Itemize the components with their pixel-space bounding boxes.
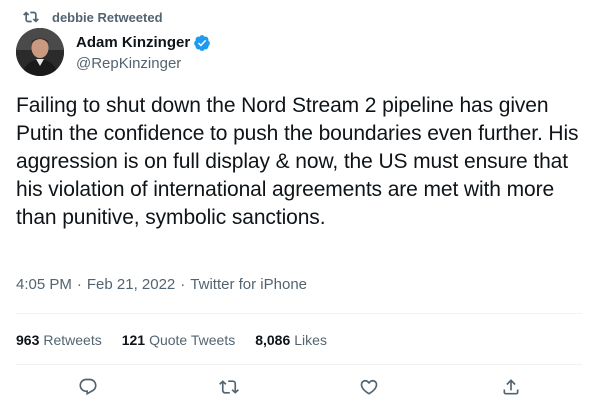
- tweet-meta: 4:05 PM · Feb 21, 2022 · Twitter for iPh…: [16, 276, 307, 293]
- retweet-context-label[interactable]: debbie Retweeted: [52, 10, 163, 25]
- tweet-source[interactable]: Twitter for iPhone: [190, 276, 307, 293]
- like-button[interactable]: [356, 376, 382, 402]
- retweets-count: 963: [16, 332, 40, 348]
- author-handle[interactable]: @RepKinzinger: [76, 55, 211, 72]
- tweet-text: Failing to shut down the Nord Stream 2 p…: [16, 94, 579, 229]
- likes-stat[interactable]: 8,086 Likes: [255, 332, 327, 348]
- author-display-name[interactable]: Adam Kinzinger: [76, 34, 190, 51]
- tweet-date[interactable]: Feb 21, 2022: [87, 276, 175, 293]
- likes-label: Likes: [294, 332, 327, 348]
- tweet-stats: 963 Retweets 121 Quote Tweets 8,086 Like…: [16, 325, 347, 355]
- verified-badge-icon: [193, 34, 211, 52]
- retweets-label: Retweets: [43, 332, 102, 348]
- tweet-actions: [0, 374, 598, 404]
- reply-button[interactable]: [75, 376, 101, 402]
- retweet-icon: [219, 377, 239, 402]
- divider: [16, 313, 582, 314]
- divider: [16, 364, 582, 365]
- heart-icon: [359, 377, 379, 402]
- reply-icon: [78, 377, 98, 402]
- meta-separator: ·: [180, 276, 186, 293]
- tweet-time[interactable]: 4:05 PM: [16, 276, 72, 293]
- share-button[interactable]: [498, 376, 524, 402]
- retweet-context[interactable]: debbie Retweeted: [22, 8, 163, 26]
- meta-separator: ·: [76, 276, 82, 293]
- likes-count: 8,086: [255, 332, 291, 348]
- avatar[interactable]: [16, 28, 64, 76]
- retweet-icon: [22, 9, 40, 25]
- quote-tweets-count: 121: [121, 332, 146, 348]
- quote-tweets-stat[interactable]: 121 Quote Tweets: [122, 332, 236, 348]
- share-icon: [501, 377, 521, 402]
- tweet-author: Adam Kinzinger @RepKinzinger: [16, 28, 211, 76]
- quote-tweets-label: Quote Tweets: [149, 332, 236, 348]
- retweets-stat[interactable]: 963 Retweets: [16, 332, 102, 348]
- retweet-button[interactable]: [216, 376, 242, 402]
